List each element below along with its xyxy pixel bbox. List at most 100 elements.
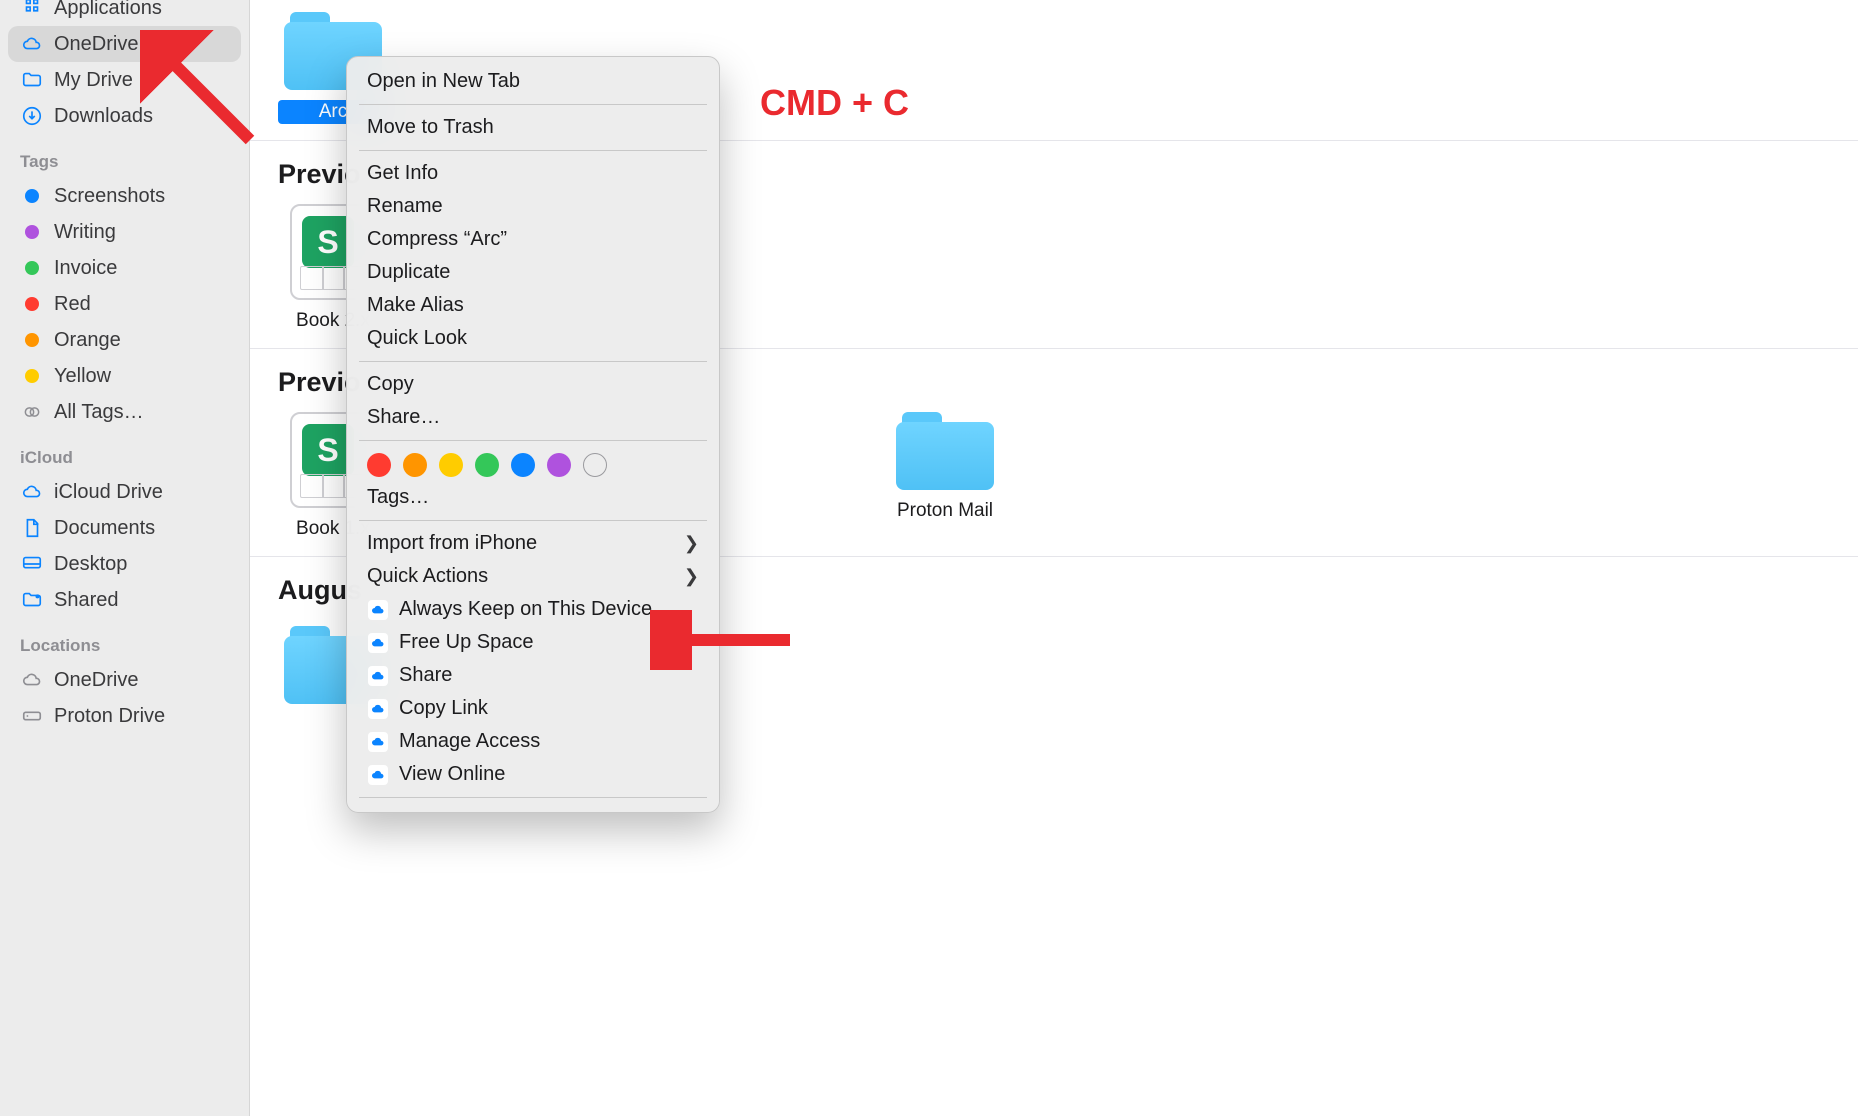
menu-separator — [359, 361, 707, 362]
drive-icon — [20, 704, 44, 728]
sidebar-tag-all[interactable]: All Tags… — [8, 394, 241, 430]
menu-label: Share — [399, 664, 452, 687]
menu-label: Move to Trash — [367, 116, 494, 139]
context-menu: Open in New Tab Move to Trash Get Info R… — [346, 56, 720, 813]
sidebar-item-label: iCloud Drive — [54, 481, 163, 504]
tag-orange-pick[interactable] — [403, 453, 427, 477]
annotation-shortcut-text: CMD + C — [760, 82, 909, 124]
menu-label: Rename — [367, 195, 443, 218]
menu-copy[interactable]: Copy — [347, 368, 719, 401]
sidebar-item-label: Invoice — [54, 257, 117, 280]
menu-label: Duplicate — [367, 261, 450, 284]
cloud-icon — [20, 668, 44, 692]
tag-purple-pick[interactable] — [547, 453, 571, 477]
menu-tags[interactable]: Tags… — [347, 481, 719, 514]
sidebar-item-label: Proton Drive — [54, 705, 165, 728]
menu-quick-look[interactable]: Quick Look — [347, 322, 719, 355]
menu-copy-link[interactable]: Copy Link — [347, 692, 719, 725]
sidebar-item-label: All Tags… — [54, 401, 144, 424]
menu-compress[interactable]: Compress “Arc” — [347, 223, 719, 256]
sidebar-tag-invoice[interactable]: Invoice — [8, 250, 241, 286]
menu-import-from-iphone[interactable]: Import from iPhone ❯ — [347, 527, 719, 560]
menu-quick-actions[interactable]: Quick Actions ❯ — [347, 560, 719, 593]
tag-dot-icon — [20, 292, 44, 316]
menu-tag-colors — [347, 447, 719, 481]
chevron-right-icon: ❯ — [684, 533, 699, 554]
menu-label: Copy — [367, 373, 414, 396]
document-icon — [20, 516, 44, 540]
sidebar-item-iclouddrive[interactable]: iCloud Drive — [8, 474, 241, 510]
menu-separator — [359, 797, 707, 798]
file-item-protonmail-folder[interactable]: Proton Mail — [890, 412, 1000, 540]
sidebar-item-label: Screenshots — [54, 185, 165, 208]
onedrive-cloud-icon — [367, 599, 389, 621]
sidebar-item-label: Red — [54, 293, 91, 316]
sidebar-item-label: OneDrive — [54, 33, 138, 56]
tag-dot-icon — [20, 220, 44, 244]
menu-move-to-trash[interactable]: Move to Trash — [347, 111, 719, 144]
tag-none-pick[interactable] — [583, 453, 607, 477]
onedrive-cloud-icon — [367, 698, 389, 720]
sidebar-item-label: Writing — [54, 221, 116, 244]
sidebar-item-label: Orange — [54, 329, 121, 352]
sidebar-item-applications[interactable]: Applications — [8, 0, 241, 26]
menu-label: View Online — [399, 763, 505, 786]
menu-open-new-tab[interactable]: Open in New Tab — [347, 65, 719, 98]
folder-icon — [896, 412, 994, 490]
sidebar-tag-orange[interactable]: Orange — [8, 322, 241, 358]
tag-dot-icon — [20, 364, 44, 388]
sidebar-tag-writing[interactable]: Writing — [8, 214, 241, 250]
sidebar-loc-onedrive[interactable]: OneDrive — [8, 662, 241, 698]
menu-rename[interactable]: Rename — [347, 190, 719, 223]
menu-label: Always Keep on This Device — [399, 598, 652, 621]
sidebar-loc-protondrive[interactable]: Proton Drive — [8, 698, 241, 734]
sidebar-tag-yellow[interactable]: Yellow — [8, 358, 241, 394]
sidebar-item-label: Documents — [54, 517, 155, 540]
cloud-icon — [20, 32, 44, 56]
sidebar-item-label: Desktop — [54, 553, 127, 576]
sidebar-item-label: Applications — [54, 0, 162, 20]
onedrive-cloud-icon — [367, 665, 389, 687]
menu-label: Quick Look — [367, 327, 467, 350]
menu-label: Make Alias — [367, 294, 464, 317]
menu-label: Manage Access — [399, 730, 540, 753]
menu-separator — [359, 520, 707, 521]
menu-label: Compress “Arc” — [367, 228, 507, 251]
tag-dot-icon — [20, 184, 44, 208]
tag-yellow-pick[interactable] — [439, 453, 463, 477]
tag-dot-icon — [20, 256, 44, 280]
menu-label: Open in New Tab — [367, 70, 520, 93]
menu-make-alias[interactable]: Make Alias — [347, 289, 719, 322]
onedrive-cloud-icon — [367, 731, 389, 753]
sidebar-item-shared[interactable]: Shared — [8, 582, 241, 618]
menu-label: Get Info — [367, 162, 438, 185]
menu-manage-access[interactable]: Manage Access — [347, 725, 719, 758]
sidebar-tag-red[interactable]: Red — [8, 286, 241, 322]
menu-label: Share… — [367, 406, 440, 429]
menu-separator — [359, 150, 707, 151]
tag-blue-pick[interactable] — [511, 453, 535, 477]
sidebar-item-label: Shared — [54, 589, 119, 612]
folder-icon — [20, 68, 44, 92]
tag-red-pick[interactable] — [367, 453, 391, 477]
onedrive-cloud-icon — [367, 764, 389, 786]
menu-separator — [359, 440, 707, 441]
sidebar-item-desktop[interactable]: Desktop — [8, 546, 241, 582]
tag-dot-icon — [20, 328, 44, 352]
menu-share[interactable]: Share… — [347, 401, 719, 434]
sidebar-section-icloud: iCloud — [8, 430, 241, 474]
sidebar-tag-screenshots[interactable]: Screenshots — [8, 178, 241, 214]
menu-label: Import from iPhone — [367, 532, 537, 555]
menu-get-info[interactable]: Get Info — [347, 157, 719, 190]
sidebar-item-documents[interactable]: Documents — [8, 510, 241, 546]
shared-folder-icon — [20, 588, 44, 612]
tag-green-pick[interactable] — [475, 453, 499, 477]
sidebar: Applications OneDrive My Drive Downloads… — [0, 0, 250, 1116]
chevron-right-icon: ❯ — [684, 566, 699, 587]
menu-view-online[interactable]: View Online — [347, 758, 719, 791]
menu-separator — [359, 104, 707, 105]
menu-duplicate[interactable]: Duplicate — [347, 256, 719, 289]
sidebar-item-label: Downloads — [54, 105, 153, 128]
sidebar-section-locations: Locations — [8, 618, 241, 662]
download-icon — [20, 104, 44, 128]
